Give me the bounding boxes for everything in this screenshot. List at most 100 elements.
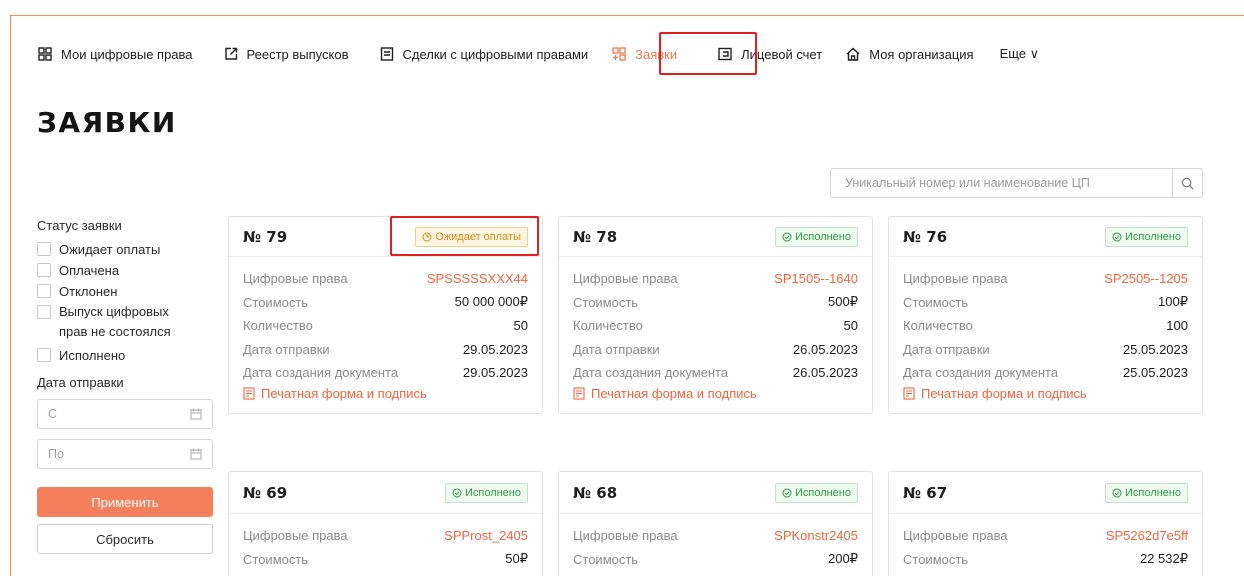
check-circle-icon	[452, 488, 462, 497]
card-row: Цифровые права SPSSSSSXXX44	[243, 267, 528, 291]
cost-label: Стоимость	[243, 551, 309, 567]
sent-date-label: Дата отправки	[573, 341, 660, 357]
cost-value: 22 532₽	[1139, 551, 1188, 567]
rights-code-link[interactable]: SP2505--1205	[1104, 271, 1188, 286]
nav-label: Реестр выпусков	[246, 46, 349, 62]
nav-more-dropdown[interactable]: Еще ∨	[1000, 46, 1040, 62]
date-to-field[interactable]: По	[37, 439, 213, 469]
search-icon	[1181, 177, 1194, 189]
quantity-value: 50	[843, 318, 858, 334]
print-form-link[interactable]: Печатная форма и подпись	[243, 386, 528, 413]
cost-label: Стоимость	[903, 551, 969, 567]
nav-my-digital-rights[interactable]: Мои цифровые права	[37, 46, 193, 62]
rights-label: Цифровые права	[903, 271, 1008, 287]
card-body: Цифровые права SPProst_2405 Стоимость 50₽	[229, 514, 542, 571]
card-row: Количество 50	[573, 314, 858, 338]
cost-label: Стоимость	[573, 551, 639, 567]
card-row: Стоимость 100₽	[903, 291, 1188, 315]
doc-date-value: 25.05.2023	[1122, 365, 1188, 381]
quantity-label: Количество	[573, 318, 643, 334]
status-filter-option[interactable]: Ожидает оплаты	[37, 242, 213, 257]
card-header: № 76 Исполнено	[889, 217, 1202, 257]
checkbox[interactable]	[37, 305, 51, 319]
document-icon	[379, 46, 395, 62]
card-row: Цифровые права SPProst_2405	[243, 524, 528, 548]
quantity-label: Количество	[243, 318, 313, 334]
doc-date-label: Дата создания документа	[903, 365, 1059, 381]
card-row: Цифровые права SP1505--1640	[573, 267, 858, 291]
sent-date-value: 26.05.2023	[792, 341, 858, 357]
card-body: Цифровые права SP1505--1640 Стоимость 500₽…	[559, 257, 872, 413]
checkbox[interactable]	[37, 348, 51, 362]
status-badge-label: Исполнено	[1124, 486, 1181, 499]
status-badge: Исполнено	[774, 226, 858, 247]
reset-button[interactable]: Сбросить	[37, 524, 213, 554]
status-badge: Исполнено	[1104, 482, 1188, 503]
quantity-value: 50	[513, 318, 528, 334]
grid-icon	[37, 46, 53, 62]
rights-code-link[interactable]: SPKonstr2405	[774, 528, 858, 543]
request-card[interactable]: № 69 Исполнено Цифровые права SPProst_240…	[228, 471, 543, 576]
doc-date-label: Дата создания документа	[243, 365, 399, 381]
status-filter-option-label: Отклонен	[59, 284, 118, 299]
rights-label: Цифровые права	[573, 271, 678, 287]
request-number: № 68	[573, 483, 618, 502]
search-input[interactable]	[831, 169, 1172, 197]
print-document-icon	[243, 386, 255, 400]
rights-label: Цифровые права	[243, 528, 348, 544]
status-filter-option[interactable]: Исполнено	[37, 348, 213, 363]
nav-highlight-frame	[659, 32, 757, 75]
sent-date-value: 29.05.2023	[462, 341, 528, 357]
card-header: № 67 Исполнено	[889, 472, 1202, 514]
request-number: № 79	[243, 227, 288, 246]
nav-deals[interactable]: Сделки с цифровыми правами	[379, 46, 589, 62]
status-filter-option[interactable]: Оплачена	[37, 263, 213, 278]
status-filter-option[interactable]: Выпуск цифровых прав не состоялся	[37, 304, 213, 342]
request-card[interactable]: № 76 Исполнено Цифровые права SP2505--120…	[888, 216, 1203, 414]
rights-label: Цифровые права	[573, 528, 678, 544]
nav-label: Сделки с цифровыми правами	[402, 46, 589, 62]
sent-date-label: Дата отправки	[243, 341, 330, 357]
request-card[interactable]: № 78 Исполнено Цифровые права SP1505--164…	[558, 216, 873, 414]
print-form-link[interactable]: Печатная форма и подпись	[903, 386, 1188, 413]
calendar-icon	[190, 448, 202, 460]
rights-code-link[interactable]: SP1505--1640	[774, 271, 858, 286]
rights-code-link[interactable]: SPProst_2405	[444, 528, 528, 543]
print-form-link[interactable]: Печатная форма и подпись	[573, 386, 858, 413]
apply-button[interactable]: Применить	[37, 487, 213, 517]
date-from-field[interactable]: С	[37, 399, 213, 429]
rights-code-link[interactable]: SP5262d7e5ff	[1106, 528, 1188, 543]
cost-value: 50 000 000₽	[454, 294, 528, 310]
card-row: Стоимость 50₽	[243, 548, 528, 572]
nav-issue-registry[interactable]: Реестр выпусков	[223, 46, 349, 62]
sent-date-label: Дата отправки	[903, 341, 990, 357]
status-highlight-frame	[390, 216, 539, 256]
card-row: Дата отправки 26.05.2023	[573, 338, 858, 362]
doc-date-label: Дата создания документа	[573, 365, 729, 381]
check-circle-icon	[782, 232, 792, 241]
rights-code-link[interactable]: SPSSSSSXXX44	[427, 271, 528, 286]
cost-value: 200₽	[828, 551, 858, 567]
grid-plus-icon	[611, 46, 627, 62]
search-button[interactable]	[1172, 169, 1202, 197]
checkbox[interactable]	[37, 284, 51, 298]
request-number: № 78	[573, 227, 618, 246]
checkbox[interactable]	[37, 242, 51, 256]
card-header: № 68 Исполнено	[559, 472, 872, 514]
request-card[interactable]: № 67 Исполнено Цифровые права SP5262d7e5f…	[888, 471, 1203, 576]
check-circle-icon	[1112, 232, 1122, 241]
card-row: Стоимость 22 532₽	[903, 548, 1188, 572]
checkbox[interactable]	[37, 263, 51, 277]
card-row: Стоимость 200₽	[573, 548, 858, 572]
card-body: Цифровые права SP2505--1205 Стоимость 100₽…	[889, 257, 1202, 413]
print-document-icon	[573, 386, 585, 400]
status-filter-option-label: Оплачена	[59, 263, 120, 278]
card-row: Дата создания документа 26.05.2023	[573, 361, 858, 385]
card-row: Стоимость 50 000 000₽	[243, 291, 528, 315]
rights-label: Цифровые права	[903, 528, 1008, 544]
status-filter-option[interactable]: Отклонен	[37, 284, 213, 299]
nav-my-organization[interactable]: Моя организация	[845, 46, 974, 62]
doc-date-value: 29.05.2023	[462, 365, 528, 381]
doc-date-value: 26.05.2023	[792, 365, 858, 381]
request-card[interactable]: № 68 Исполнено Цифровые права SPKonstr240…	[558, 471, 873, 576]
